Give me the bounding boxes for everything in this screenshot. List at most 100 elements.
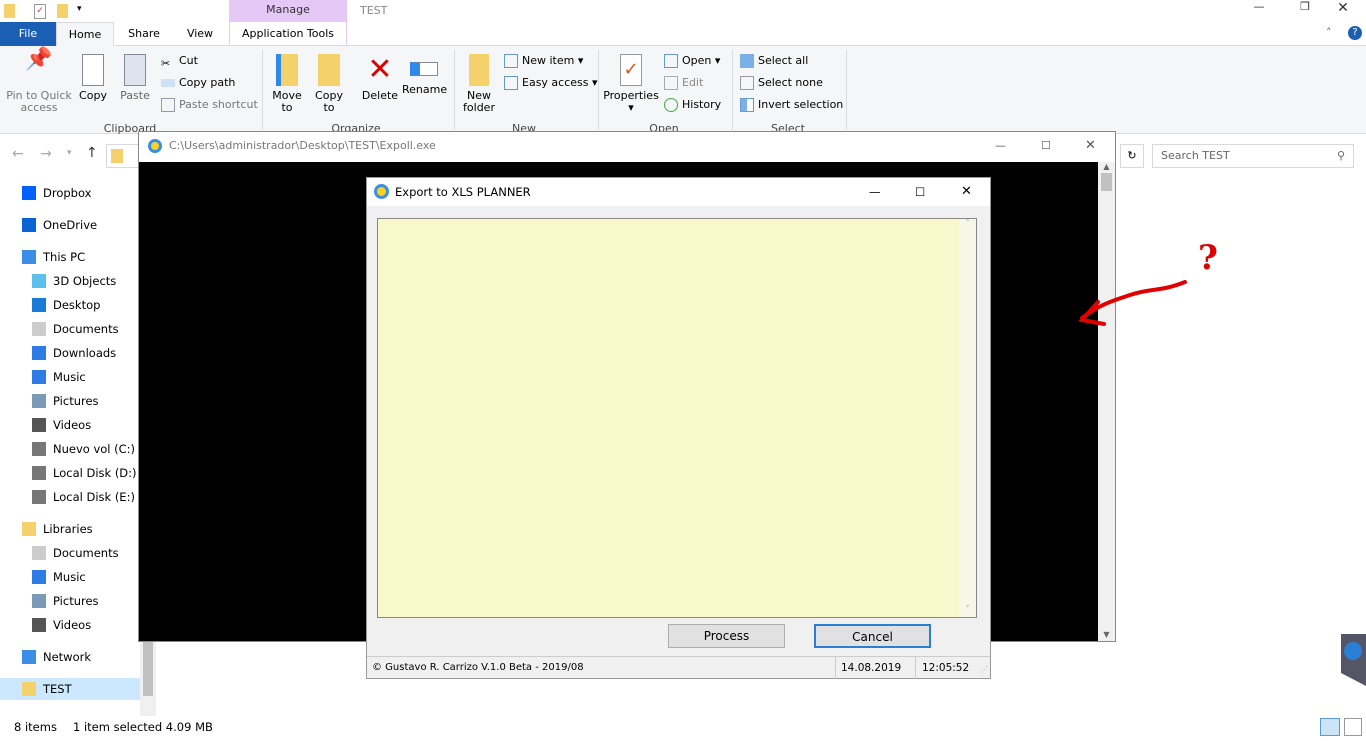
nav-item[interactable]: Downloads: [0, 342, 140, 364]
scissors-icon: ✂: [161, 57, 171, 70]
nav-item[interactable]: Libraries: [0, 518, 140, 540]
customize-qat-icon[interactable]: ▾: [77, 4, 82, 14]
console-title-bar: C:\Users\administrador\Desktop\TEST\Expo…: [139, 132, 1115, 162]
nav-item[interactable]: Dropbox: [0, 182, 140, 204]
paste-shortcut-button[interactable]: Paste shortcut: [161, 95, 258, 115]
dialog-minimize-button[interactable]: —: [869, 178, 881, 206]
forward-button[interactable]: →: [40, 146, 52, 162]
open-button[interactable]: Open ▾: [664, 51, 720, 71]
details-view-button[interactable]: [1320, 718, 1340, 736]
easy-access-button[interactable]: Easy access ▾: [504, 73, 598, 93]
console-maximize-button[interactable]: ☐: [1041, 132, 1051, 160]
nav-item-label: Libraries: [43, 522, 93, 536]
dialog-close-button[interactable]: ✕: [961, 178, 972, 206]
new-folder-icon[interactable]: [57, 4, 68, 18]
drive-icon: [32, 442, 46, 456]
nav-item-label: TEST: [43, 682, 72, 696]
resize-grip-icon[interactable]: ⋰: [980, 659, 988, 681]
nav-item[interactable]: Documents: [0, 542, 140, 564]
new-folder-button[interactable]: New folder: [458, 46, 500, 114]
copy-folder-icon: [318, 54, 340, 86]
properties-button[interactable]: ✓ Properties ▾: [602, 46, 660, 114]
recent-chevron-icon[interactable]: ▾: [67, 148, 72, 158]
delete-button[interactable]: ✕ Delete: [360, 46, 400, 102]
nav-item[interactable]: Pictures: [0, 590, 140, 612]
nav-item[interactable]: Videos: [0, 614, 140, 636]
search-input[interactable]: Search TEST ⚲: [1152, 144, 1354, 168]
nav-item[interactable]: Network: [0, 646, 140, 668]
nav-item[interactable]: Documents: [0, 318, 140, 340]
nav-item-label: Videos: [53, 618, 92, 632]
collapse-ribbon-icon[interactable]: ˄: [1326, 26, 1332, 39]
tab-view[interactable]: View: [172, 22, 228, 46]
console-scrollbar[interactable]: ▲ ▼: [1098, 162, 1115, 641]
refresh-button[interactable]: ↻: [1120, 144, 1144, 168]
scrollbar-thumb[interactable]: [1101, 173, 1112, 191]
copy-to-button[interactable]: Copy to: [310, 46, 348, 114]
nav-item[interactable]: Videos: [0, 414, 140, 436]
scroll-up-arrow[interactable]: ▲: [1098, 162, 1115, 171]
nav-item-label: Network: [43, 650, 92, 664]
nav-item[interactable]: Music: [0, 366, 140, 388]
nav-item[interactable]: OneDrive: [0, 214, 140, 236]
pin-quick-access-button[interactable]: 📌 Pin to Quick access: [4, 46, 74, 114]
divider: [835, 657, 836, 679]
address-bar[interactable]: [106, 144, 140, 168]
move-to-button[interactable]: Move to: [268, 46, 306, 114]
invert-selection-button[interactable]: Invert selection: [740, 95, 843, 115]
copy-path-button[interactable]: Copy path: [161, 73, 235, 93]
copy-path-icon: [161, 79, 175, 87]
select-all-button[interactable]: Select all: [740, 51, 808, 71]
new-item-button[interactable]: New item ▾: [504, 51, 583, 71]
console-minimize-button[interactable]: —: [995, 132, 1006, 160]
properties-icon[interactable]: ✓: [34, 4, 46, 19]
cancel-button[interactable]: Cancel: [814, 624, 931, 648]
tab-file[interactable]: File: [0, 22, 56, 46]
close-button[interactable]: ✕: [1320, 0, 1366, 22]
scroll-down-arrow[interactable]: ˅: [959, 605, 976, 615]
edit-icon: [664, 76, 678, 90]
folder-icon: [4, 4, 15, 18]
output-textarea[interactable]: ˄ ˅: [377, 218, 977, 618]
nav-item-label: Local Disk (E:): [53, 490, 135, 504]
nav-item[interactable]: Local Disk (E:): [0, 486, 140, 508]
rename-button[interactable]: Rename: [402, 46, 447, 96]
nav-item[interactable]: Pictures: [0, 390, 140, 412]
tab-share[interactable]: Share: [116, 22, 172, 46]
nav-item[interactable]: Local Disk (D:): [0, 462, 140, 484]
nav-item[interactable]: Music: [0, 566, 140, 588]
large-icons-view-button[interactable]: [1344, 718, 1362, 736]
scroll-down-arrow[interactable]: ▼: [1098, 630, 1115, 639]
nav-item-label: Dropbox: [43, 186, 92, 200]
back-button[interactable]: ←: [12, 146, 24, 162]
dialog-maximize-button[interactable]: ☐: [915, 178, 925, 206]
select-none-button[interactable]: Select none: [740, 73, 823, 93]
cut-button[interactable]: ✂ Cut: [161, 51, 198, 71]
document-icon: [32, 546, 46, 560]
copy-button[interactable]: Copy: [74, 46, 112, 102]
nav-item[interactable]: This PC: [0, 246, 140, 268]
nav-item[interactable]: Desktop: [0, 294, 140, 316]
help-icon[interactable]: ?: [1348, 26, 1362, 40]
nav-item[interactable]: 3D Objects: [0, 270, 140, 292]
console-close-button[interactable]: ✕: [1085, 132, 1096, 160]
tab-application-tools[interactable]: Application Tools: [229, 22, 347, 46]
delete-x-icon: ✕: [367, 52, 393, 87]
select-all-icon: [740, 54, 754, 68]
paste-button[interactable]: Paste: [116, 46, 154, 102]
minimize-button[interactable]: —: [1236, 0, 1282, 22]
process-button[interactable]: Process: [668, 624, 785, 648]
edit-button[interactable]: Edit: [664, 73, 703, 93]
pc-icon: [22, 250, 36, 264]
scroll-up-arrow[interactable]: ˄: [959, 219, 976, 229]
window-title: TEST: [360, 4, 388, 17]
nav-item[interactable]: Nuevo vol (C:): [0, 438, 140, 460]
ribbon: 📌 Pin to Quick access Copy Paste ✂ Cut Cop…: [0, 46, 1366, 135]
teamviewer-tab-icon[interactable]: [1341, 634, 1366, 686]
move-folder-icon: [276, 54, 298, 86]
up-button[interactable]: ↑: [86, 145, 98, 161]
history-button[interactable]: History: [664, 95, 721, 115]
tab-home[interactable]: Home: [56, 22, 114, 47]
textarea-scrollbar[interactable]: ˄ ˅: [959, 219, 976, 617]
nav-item[interactable]: TEST: [0, 678, 140, 700]
